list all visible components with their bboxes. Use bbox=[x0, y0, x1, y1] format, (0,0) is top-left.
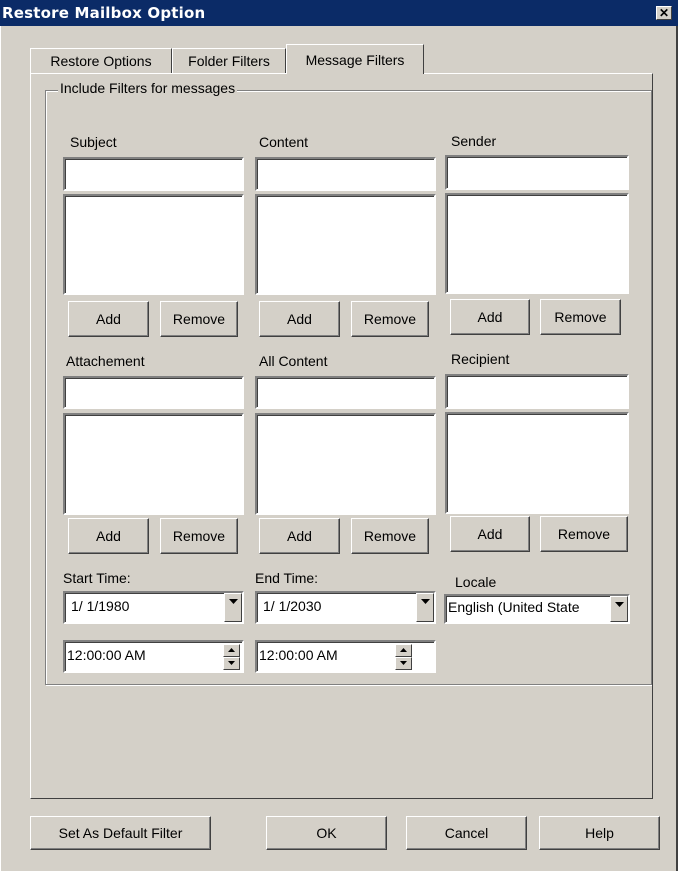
cancel-button[interactable]: Cancel bbox=[406, 816, 527, 850]
tab-label: Folder Filters bbox=[188, 53, 270, 69]
tab-label: Restore Options bbox=[50, 53, 152, 69]
title-bar: Restore Mailbox Option ✕ bbox=[0, 0, 678, 26]
close-icon[interactable]: ✕ bbox=[656, 6, 672, 20]
ok-button[interactable]: OK bbox=[266, 816, 387, 850]
tab-message-filters[interactable]: Message Filters bbox=[286, 44, 424, 74]
tab-panel bbox=[30, 73, 653, 799]
set-default-filter-button[interactable]: Set As Default Filter bbox=[30, 816, 211, 850]
group-legend: Include Filters for messages bbox=[58, 80, 238, 96]
help-button[interactable]: Help bbox=[539, 816, 660, 850]
tab-restore-options[interactable]: Restore Options bbox=[30, 48, 172, 74]
window-title: Restore Mailbox Option bbox=[2, 4, 206, 22]
tab-folder-filters[interactable]: Folder Filters bbox=[172, 48, 286, 74]
tab-label: Message Filters bbox=[305, 52, 405, 68]
